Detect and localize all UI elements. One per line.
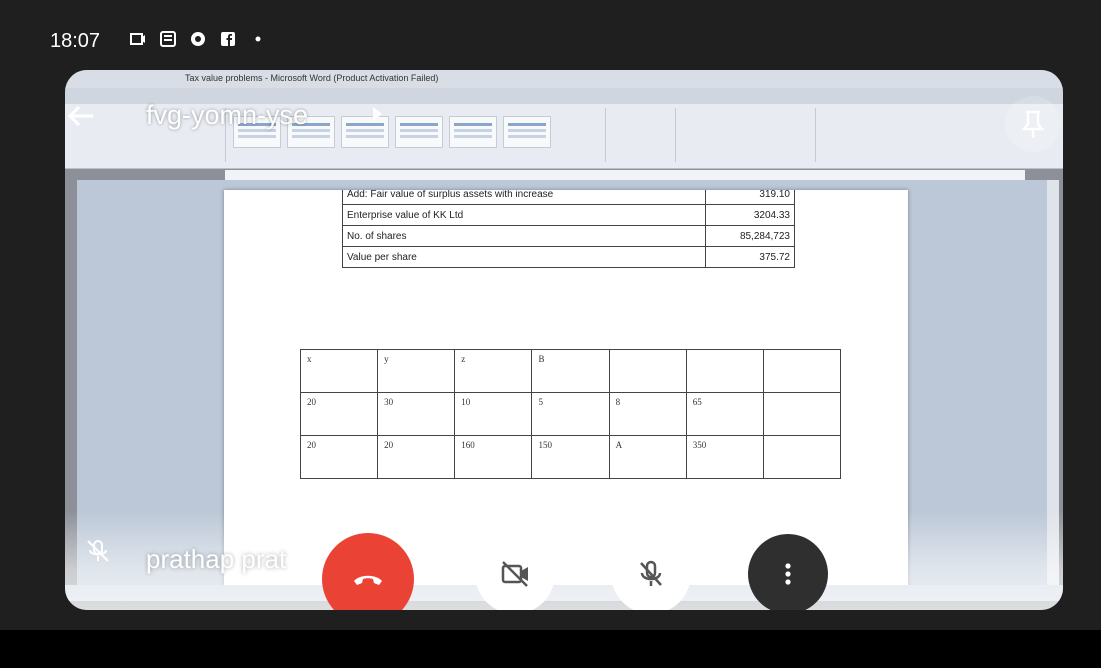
more-options-button[interactable] (748, 534, 828, 610)
dot-icon (255, 36, 261, 42)
table-cell: Value per share (342, 246, 706, 268)
table-cell: 20 (377, 435, 456, 479)
participant-name: prathap prat (146, 544, 287, 574)
table-cell (762, 435, 842, 479)
chevron-right-icon[interactable] (373, 107, 382, 121)
table-row: No. of shares 85,284,723 (342, 225, 795, 247)
news-icon (160, 31, 176, 47)
ribbon-group-shading (605, 108, 676, 162)
table-cell: y (377, 349, 456, 393)
word-window-title: Tax value problems - Microsoft Word (Pro… (185, 73, 439, 83)
phone-hangup-icon (354, 575, 382, 585)
table-cell: 65 (685, 392, 764, 436)
shared-screen: Tax value problems - Microsoft Word (Pro… (65, 70, 1063, 610)
table-cell: 3204.33 (705, 204, 795, 226)
table-cell: A (608, 435, 687, 479)
camera-off-icon (501, 561, 528, 587)
table-cell: z (454, 349, 533, 393)
ribbon-group-draw-borders (675, 108, 816, 162)
table-cell: 10 (454, 392, 533, 436)
table-cell: 85,284,723 (705, 225, 795, 247)
navigation-strip (0, 630, 1101, 668)
table-row: Enterprise value of KK Ltd 3204.33 (342, 204, 795, 226)
table-cell (762, 392, 842, 436)
table-cell: Enterprise value of KK Ltd (342, 204, 706, 226)
facebook-icon (221, 32, 235, 46)
table-cell: 160 (454, 435, 533, 479)
screen-cast-icon (130, 33, 145, 45)
camera-toggle-button[interactable] (475, 534, 555, 610)
table-row: x y z B (299, 349, 842, 393)
table-row: Value per share 375.72 (342, 246, 795, 268)
status-bar: 18:07 (0, 0, 1101, 70)
pin-button[interactable] (1005, 96, 1061, 152)
table-cell: 20 (299, 435, 379, 479)
table-cell: No. of shares (342, 225, 706, 247)
table-cell: 375.72 (705, 246, 795, 268)
table-cell: 350 (685, 435, 764, 479)
table-cell: 5 (531, 392, 610, 436)
xyz-table: x y z B 20 30 10 5 8 65 20 20 160 150 A … (299, 349, 842, 479)
word-titlebar: Tax value problems - Microsoft Word (Pro… (65, 70, 1063, 88)
app-icon (191, 32, 205, 46)
table-style-swatch (395, 116, 443, 148)
table-cell (608, 349, 687, 393)
more-vertical-icon (785, 563, 791, 585)
status-time: 18:07 (50, 30, 101, 52)
table-row: 20 20 160 150 A 350 (299, 435, 842, 479)
table-cell: 150 (531, 435, 610, 479)
meeting-code[interactable]: fvg-yomn-yse (146, 100, 308, 131)
mic-off-icon (640, 560, 662, 586)
table-cell: 319.10 (705, 190, 795, 205)
pin-icon (1021, 110, 1045, 138)
table-style-swatch (503, 116, 551, 148)
table-row: Add: Fair value of surplus assets with i… (342, 190, 795, 205)
table-cell: 8 (608, 392, 687, 436)
table-style-swatch (449, 116, 497, 148)
table-cell: 20 (299, 392, 379, 436)
table-cell (762, 349, 842, 393)
table-row: 20 30 10 5 8 65 (299, 392, 842, 436)
valuation-table: Add: Fair value of surplus assets with i… (342, 190, 795, 268)
mic-off-icon (87, 540, 109, 562)
mic-toggle-button[interactable] (611, 534, 691, 610)
table-cell: x (299, 349, 379, 393)
table-cell (685, 349, 764, 393)
table-cell: B (531, 349, 610, 393)
table-cell: 30 (377, 392, 456, 436)
back-button[interactable] (65, 98, 105, 134)
table-cell: Add: Fair value of surplus assets with i… (342, 190, 706, 205)
status-icons (130, 31, 266, 47)
back-arrow-icon (67, 105, 93, 127)
